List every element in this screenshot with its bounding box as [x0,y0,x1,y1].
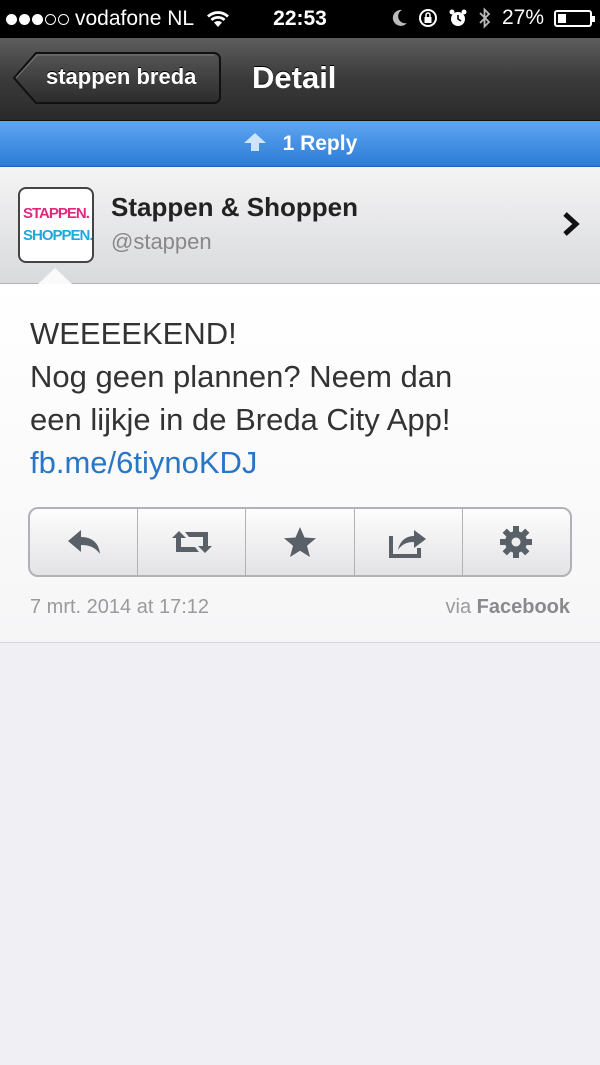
reply-button[interactable] [30,509,139,575]
tweet-detail: WEEEEKEND! Nog geen plannen? Neem dan ee… [0,284,600,643]
reply-icon [67,530,100,554]
moon-icon [392,9,407,26]
reply-bar[interactable]: 1 Reply [0,121,600,167]
share-button[interactable] [355,509,463,575]
tweet-text: WEEEEKEND! Nog geen plannen? Neem dan ee… [30,312,570,484]
navigation-bar: stappen breda Detail [0,38,600,121]
avatar-logo-line2: SHOPPEN. [23,227,93,244]
share-icon [389,530,427,558]
retweet-button[interactable] [138,509,247,575]
avatar-logo-line1: STAPPEN. [23,205,90,222]
settings-button[interactable] [463,509,570,575]
favorite-button[interactable] [246,509,355,575]
star-icon [284,527,316,557]
retweet-icon [171,531,212,553]
tweet-source[interactable]: via Facebook [446,596,571,619]
battery-icon [554,9,595,27]
user-header[interactable]: STAPPEN. SHOPPEN. Stappen & Shoppen @sta… [0,167,600,284]
back-button[interactable]: stappen breda [12,51,222,105]
user-name: Stappen & Shoppen [111,192,358,222]
tweet-line: een lijkje in de Breda City App! [30,402,451,437]
reply-count-label: 1 Reply [282,132,358,155]
bluetooth-icon [479,7,491,29]
alarm-icon [449,9,467,26]
avatar[interactable]: STAPPEN. SHOPPEN. [18,187,94,263]
status-bar: vodafone NL 22:53 27% [0,0,600,38]
arrow-up-icon [243,133,266,152]
rotation-lock-icon [418,9,437,27]
via-prefix: via [445,596,472,618]
tweet-line: Nog geen plannen? Neem dan [30,359,453,394]
tweet-link[interactable]: fb.me/6tiynoKDJ [30,441,570,484]
battery-percent: 27% [501,6,544,29]
header-pointer [38,268,72,284]
user-handle: @stappen [111,229,212,254]
via-source: Facebook [476,596,570,618]
chevron-right-icon [563,212,580,236]
tweet-actions [28,507,572,577]
page-title: Detail [252,60,337,95]
tweet-line: WEEEEKEND! [30,316,237,351]
tweet-timestamp: 7 mrt. 2014 at 17:12 [30,596,210,618]
gear-icon [500,526,533,558]
back-button-label: stappen breda [46,64,197,89]
tweet-meta: 7 mrt. 2014 at 17:12 via Facebook [30,596,570,619]
